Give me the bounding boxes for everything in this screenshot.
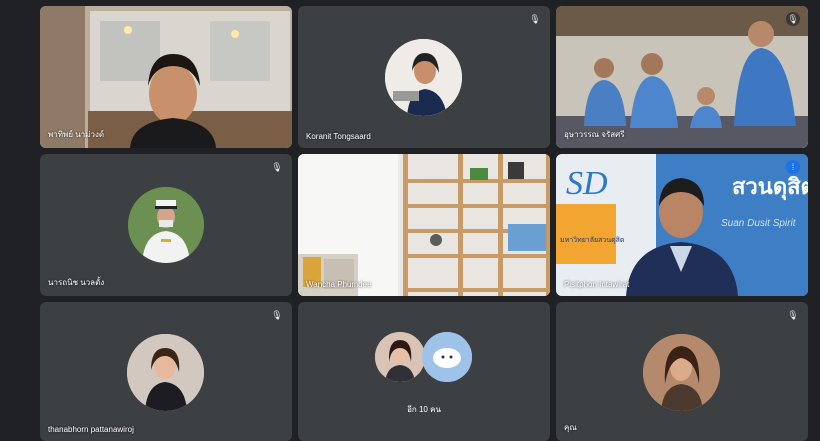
participant-name: Wancha Phumdee — [306, 280, 372, 289]
participant-avatar — [643, 334, 720, 411]
participant-name: thanabhorn pattanawiroj — [48, 425, 134, 434]
banner-word-en: Suan Dusit Spirit — [721, 218, 797, 229]
participant-video — [556, 6, 808, 148]
participant-avatar — [128, 187, 204, 263]
banner-word-th: สวนดุสิต — [732, 174, 808, 201]
participant-name: นารถนิช นวลตั้ง — [48, 278, 105, 287]
participant-avatar — [375, 332, 425, 382]
participant-video — [40, 6, 292, 148]
more-participants-tile[interactable]: อีก 10 คน — [298, 302, 550, 441]
banner-logo: SD — [566, 165, 608, 202]
mic-off-icon: 🎙 — [271, 310, 283, 320]
participant-tile-speaking[interactable]: SD มหาวิทยาลัยสวนดุสิต สวนดุสิต Suan Dus… — [556, 154, 808, 296]
participant-avatar — [385, 39, 462, 116]
speaking-indicator-icon: ⁞ — [786, 160, 800, 174]
participant-tile[interactable]: Wancha Phumdee — [298, 154, 550, 296]
mic-off-icon: 🎙 — [529, 14, 541, 24]
mic-off-icon: 🎙 — [787, 310, 799, 320]
participant-tile[interactable]: พาทิพย์ นาม่วงด์ — [40, 6, 292, 148]
self-view-tile[interactable]: 🎙 คุณ — [556, 302, 808, 441]
mic-off-icon: 🎙 — [786, 12, 800, 26]
participant-name: คุณ — [564, 423, 577, 432]
mic-off-icon: 🎙 — [271, 162, 283, 172]
more-participants-count: อีก 10 คน — [407, 405, 441, 414]
banner-line1: มหาวิทยาลัยสวนดุสิต — [560, 236, 625, 244]
participant-video — [298, 154, 550, 296]
participant-video: SD มหาวิทยาลัยสวนดุสิต สวนดุสิต Suan Dus… — [556, 154, 808, 296]
participant-tile[interactable]: 🎙 อุษาวรรณ จรัสศรี — [556, 6, 808, 148]
participant-avatar — [127, 334, 204, 411]
participant-avatar — [422, 332, 472, 382]
participant-name: อุษาวรรณ จรัสศรี — [564, 130, 625, 139]
participant-tile[interactable]: 🎙 Koranit Tongsaard — [298, 6, 550, 148]
participant-tile[interactable]: 🎙 นารถนิช นวลตั้ง — [40, 154, 292, 296]
participant-name: พาทิพย์ นาม่วงด์ — [48, 130, 105, 139]
participant-name: Koranit Tongsaard — [306, 132, 371, 141]
participant-tile[interactable]: 🎙 thanabhorn pattanawiroj — [40, 302, 292, 441]
participant-name: Pisitphon Intawirat — [564, 280, 630, 289]
